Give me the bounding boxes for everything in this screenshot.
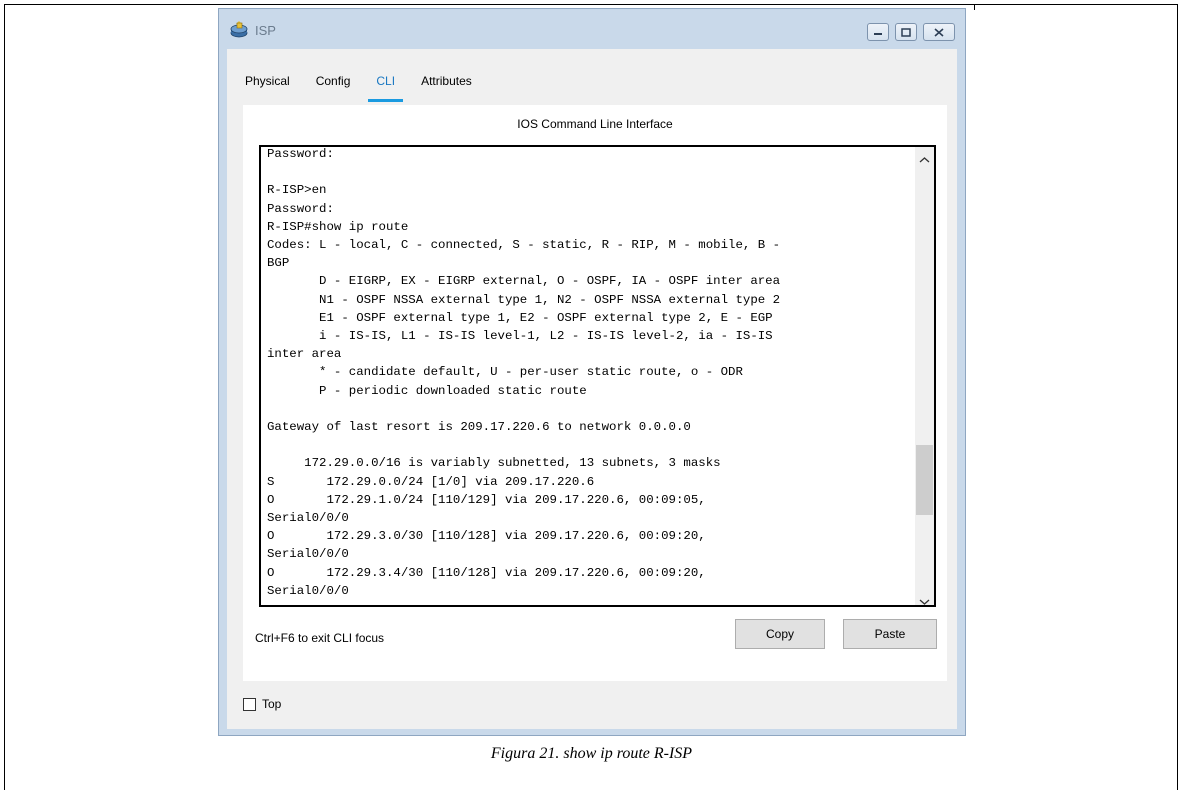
minimize-icon bbox=[873, 28, 883, 36]
scrollbar-thumb[interactable] bbox=[916, 445, 933, 515]
panel-heading: IOS Command Line Interface bbox=[517, 117, 673, 131]
maximize-button[interactable] bbox=[895, 23, 917, 41]
cli-panel: IOS Command Line Interface Password: R-I… bbox=[243, 105, 947, 681]
cli-console[interactable]: Password: R-ISP>en Password: R-ISP#show … bbox=[259, 145, 936, 607]
cli-line: Password: bbox=[267, 201, 334, 216]
close-button[interactable] bbox=[923, 23, 955, 41]
cli-line: R-ISP>en bbox=[267, 183, 327, 198]
tab-cli[interactable]: CLI bbox=[368, 71, 403, 102]
window-client-area: Physical Config CLI Attributes IOS Comma… bbox=[227, 49, 957, 729]
cli-line: O 172.29.3.4/30 [110/128] via 209.17.220… bbox=[267, 565, 706, 580]
cli-line: O 172.29.3.0/30 [110/128] via 209.17.220… bbox=[267, 529, 706, 544]
cli-line: N1 - OSPF NSSA external type 1, N2 - OSP… bbox=[267, 292, 781, 307]
scroll-up-icon[interactable] bbox=[919, 151, 930, 163]
window-controls bbox=[867, 23, 955, 41]
isp-window: ISP Physical Config CLI Attributes IOS C… bbox=[218, 8, 966, 736]
cli-line: P - periodic downloaded static route bbox=[267, 383, 587, 398]
tab-attributes[interactable]: Attributes bbox=[413, 71, 480, 99]
cli-line: i - IS-IS, L1 - IS-IS level-1, L2 - IS-I… bbox=[267, 329, 773, 344]
tab-config[interactable]: Config bbox=[308, 71, 359, 99]
cli-line: E1 - OSPF external type 1, E2 - OSPF ext… bbox=[267, 310, 773, 325]
cli-line: Serial0/0/0 bbox=[267, 511, 349, 526]
minimize-button[interactable] bbox=[867, 23, 889, 41]
scroll-down-icon[interactable] bbox=[919, 593, 930, 605]
cli-line: S 172.29.0.0/24 [1/0] via 209.17.220.6 bbox=[267, 474, 595, 489]
cli-line: Codes: L - local, C - connected, S - sta… bbox=[267, 238, 781, 253]
cli-line: 172.29.0.0/16 is variably subnetted, 13 … bbox=[267, 456, 721, 471]
cli-line: BGP bbox=[267, 256, 290, 271]
document-divider bbox=[974, 4, 975, 10]
cli-line: Password: bbox=[267, 147, 334, 161]
cli-line: Gateway of last resort is 209.17.220.6 t… bbox=[267, 420, 691, 435]
cli-focus-hint: Ctrl+F6 to exit CLI focus bbox=[255, 631, 385, 645]
router-icon bbox=[229, 21, 249, 39]
cli-scrollbar[interactable] bbox=[915, 147, 934, 605]
cli-line: D - EIGRP, EX - EIGRP external, O - OSPF… bbox=[267, 274, 781, 289]
figure-caption: Figura 21. show ip route R-ISP bbox=[490, 745, 693, 762]
window-title: ISP bbox=[255, 23, 276, 38]
maximize-icon bbox=[901, 27, 911, 37]
top-checkbox[interactable] bbox=[243, 697, 256, 711]
cli-line: * - candidate default, U - per-user stat… bbox=[267, 365, 743, 380]
tab-bar: Physical Config CLI Attributes bbox=[237, 71, 490, 102]
cli-line: Serial0/0/0 bbox=[267, 583, 349, 598]
copy-button[interactable]: Copy bbox=[735, 619, 825, 649]
top-checkbox-row[interactable]: Top bbox=[243, 697, 281, 711]
cli-output[interactable]: Password: R-ISP>en Password: R-ISP#show … bbox=[267, 147, 915, 600]
title-bar[interactable]: ISP bbox=[219, 9, 965, 49]
cli-line: O 172.29.1.0/24 [110/129] via 209.17.220… bbox=[267, 492, 706, 507]
tab-physical[interactable]: Physical bbox=[237, 71, 298, 99]
cli-line: inter area bbox=[267, 347, 342, 362]
close-icon bbox=[934, 27, 944, 37]
cli-line: R-ISP#show ip route bbox=[267, 219, 409, 234]
cli-line: Serial0/0/0 bbox=[267, 547, 349, 562]
top-checkbox-label: Top bbox=[262, 697, 282, 711]
paste-button[interactable]: Paste bbox=[843, 619, 937, 649]
